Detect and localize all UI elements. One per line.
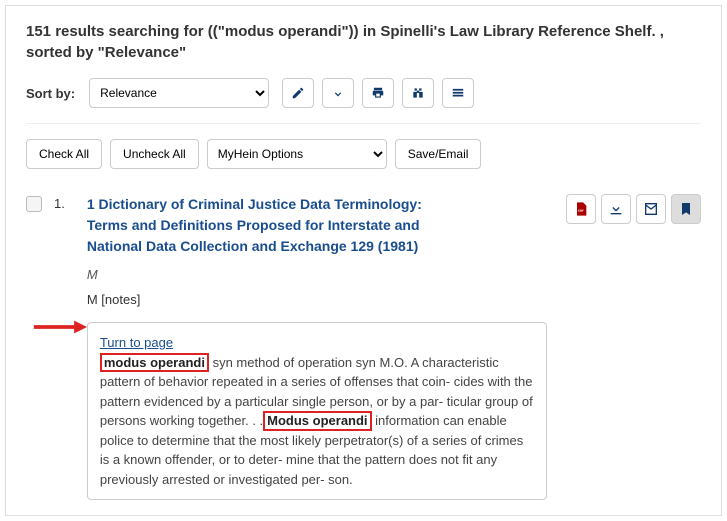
myhein-options-select[interactable]: MyHein Options [207, 139, 387, 169]
down-arrow-icon[interactable] [322, 78, 354, 108]
list-view-icon[interactable] [442, 78, 474, 108]
result-snippet: Turn to page modus operandi syn method o… [87, 322, 547, 500]
count: 151 [26, 23, 51, 40]
print-icon[interactable] [362, 78, 394, 108]
highlight-term: modus operandi [100, 353, 209, 373]
uncheck-all-button[interactable]: Uncheck All [110, 139, 199, 169]
search-term: modus operandi [225, 23, 342, 40]
result-subtitle: M [87, 267, 554, 282]
email-icon[interactable] [636, 194, 666, 224]
pdf-icon[interactable] [566, 194, 596, 224]
bookmark-icon[interactable] [671, 194, 701, 224]
binoculars-icon[interactable] [402, 78, 434, 108]
search-results-panel: 151 results searching for (("modus opera… [5, 5, 722, 516]
result-title-link[interactable]: 1 Dictionary of Criminal Justice Data Te… [87, 194, 457, 257]
prefix: results searching for ((" [55, 23, 225, 40]
save-email-button[interactable]: Save/Email [395, 139, 482, 169]
sort-select[interactable]: Relevance [89, 78, 269, 108]
annotation-arrow-icon [32, 317, 87, 337]
result-notes: M [notes] [87, 292, 554, 307]
results-count-header: 151 results searching for (("modus opera… [26, 21, 701, 63]
sort-label: Sort by: [26, 86, 75, 101]
turn-to-page-link[interactable]: Turn to page [100, 335, 173, 350]
download-icon[interactable] [601, 194, 631, 224]
bulk-toolbar: Check All Uncheck All MyHein Options Sav… [26, 139, 701, 169]
check-all-button[interactable]: Check All [26, 139, 102, 169]
result-index: 1. [54, 196, 65, 500]
result-actions [566, 194, 701, 500]
sort-row: Sort by: Relevance [26, 78, 701, 124]
edit-icon[interactable] [282, 78, 314, 108]
result-checkbox[interactable] [26, 196, 42, 212]
result-row: 1. 1 Dictionary of Criminal Justice Data… [26, 194, 701, 500]
highlight-term: Modus operandi [263, 411, 371, 431]
